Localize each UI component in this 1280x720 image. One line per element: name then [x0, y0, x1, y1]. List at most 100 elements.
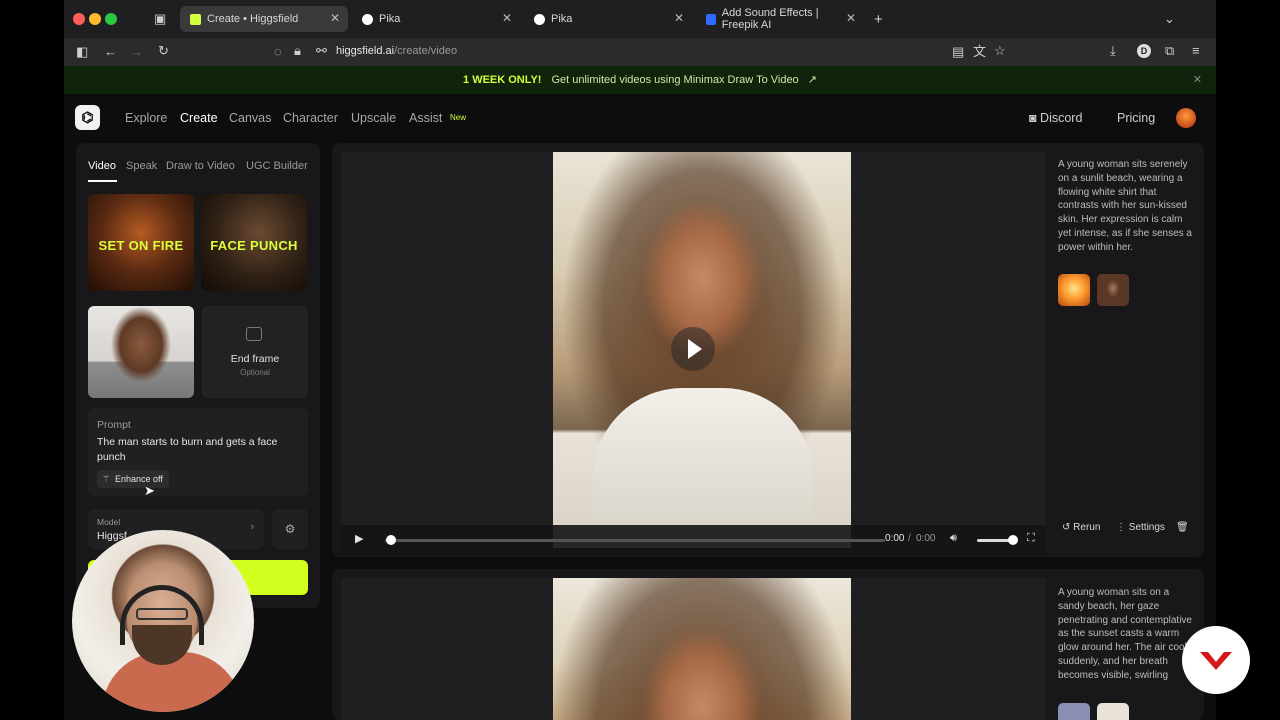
pricing-link[interactable]: Pricing [1117, 111, 1155, 125]
subtab-video[interactable]: Video [88, 160, 116, 172]
preset-set-on-fire[interactable]: SET ON FIRE [88, 194, 194, 291]
close-banner-icon[interactable]: ✕ [1193, 66, 1202, 94]
add-image-icon [246, 327, 262, 341]
forward-icon[interactable]: → [130, 45, 143, 58]
video-player-2[interactable] [341, 578, 1046, 720]
play-icon[interactable]: ▶ [355, 532, 363, 545]
tab-label: Pika [379, 13, 401, 25]
video-player[interactable]: ▶ 0:00 / 0:00 🔊︎ ⛶ [341, 152, 1046, 555]
permissions-icon[interactable]: ⚯ [316, 44, 327, 57]
discord-link[interactable]: ◙ Discord [1029, 111, 1082, 125]
time-separator: / [908, 533, 911, 544]
new-badge: New [450, 113, 467, 122]
downloads-icon[interactable]: ⤓ [1110, 44, 1116, 57]
reload-icon[interactable]: ↻ [158, 44, 169, 57]
bookmark-star-icon[interactable]: ☆ [994, 44, 1006, 57]
seek-bar[interactable] [385, 539, 885, 542]
close-tab-icon[interactable]: ✕ [846, 11, 856, 25]
external-arrow-icon: ↗ [807, 74, 817, 86]
subtab-speak[interactable]: Speak [126, 160, 157, 172]
chevron-right-icon: › [250, 521, 254, 533]
discord-label: Discord [1040, 111, 1083, 125]
lock-icon[interactable]: 🔒︎ [294, 44, 301, 57]
reference-thumb-fire[interactable] [1058, 274, 1090, 306]
translate-icon[interactable]: 文 [973, 45, 986, 58]
channel-logo-badge [1182, 626, 1250, 694]
extensions-icon[interactable]: ⧉ [1165, 44, 1174, 57]
rerun-icon: ↺ [1062, 522, 1071, 533]
shirt-shape [593, 388, 813, 548]
user-avatar[interactable] [1176, 108, 1196, 128]
prompt-box[interactable]: Prompt The man starts to burn and gets a… [88, 408, 308, 496]
url-field[interactable]: higgsfield.ai/create/video [336, 45, 457, 57]
preset-label: SET ON FIRE [98, 238, 184, 253]
nav-assist[interactable]: Assist [409, 111, 442, 125]
result-card-2: A young woman sits on a sandy beach, her… [332, 569, 1204, 720]
promo-text: Get unlimited videos using Minimax Draw … [551, 74, 799, 86]
subtab-ugc-builder[interactable]: UGC Builder [246, 160, 308, 172]
delete-icon[interactable]: 🗑︎ [1176, 522, 1189, 533]
shield-icon[interactable]: ◌ [274, 45, 282, 58]
tab-pika-2[interactable]: Pika ✕ [524, 6, 692, 32]
discord-icon: ◙ [1029, 111, 1037, 125]
nav-canvas[interactable]: Canvas [229, 111, 271, 125]
tab-freepik[interactable]: Add Sound Effects | Freepik AI ✕ [696, 6, 864, 32]
enhance-toggle[interactable]: ⚚ Enhance off [97, 470, 169, 488]
tab-tray-icon[interactable]: ▣ [154, 12, 166, 25]
magic-wand-icon: ⚚ [102, 474, 111, 484]
menu-icon[interactable]: ≡ [1192, 44, 1200, 57]
sidebar-icon[interactable]: ◧ [76, 45, 88, 58]
nav-create[interactable]: Create [180, 111, 218, 125]
tab-label: Add Sound Effects | Freepik AI [721, 7, 819, 31]
tab-list-chevron-icon[interactable]: ⌄ [1164, 12, 1175, 25]
tab-label: Create • Higgsfield [207, 13, 299, 25]
tab-bar: ▣ Create • Higgsfield ✕ Pika ✕ Pika ✕ Ad… [64, 0, 1216, 38]
close-window-button[interactable] [73, 13, 85, 25]
card-settings-label: Settings [1128, 522, 1165, 533]
card-settings-button[interactable]: ⋮ Settings [1116, 522, 1165, 533]
nav-upscale[interactable]: Upscale [351, 111, 396, 125]
close-tab-icon[interactable]: ✕ [502, 11, 512, 25]
model-settings-button[interactable]: ⚙ [272, 509, 308, 549]
close-tab-icon[interactable]: ✕ [674, 11, 684, 25]
tab-higgsfield[interactable]: Create • Higgsfield ✕ [180, 6, 348, 32]
start-frame-image[interactable] [88, 306, 194, 398]
end-frame-slot[interactable]: End frame Optional [202, 306, 308, 398]
reference-thumb-portrait[interactable] [1097, 274, 1129, 306]
maximize-window-button[interactable] [105, 13, 117, 25]
seek-handle[interactable] [386, 535, 396, 545]
video-frame-image [553, 578, 851, 720]
url-path: /create/video [394, 45, 458, 57]
reference-thumb-2[interactable] [1097, 703, 1129, 720]
more-icon: ⋮ [1116, 522, 1126, 533]
url-bar: ◧ ← → ↻ ◌ 🔒︎ ⚯ higgsfield.ai/create/vide… [64, 38, 1216, 66]
nav-character[interactable]: Character [283, 111, 338, 125]
nav-explore[interactable]: Explore [125, 111, 167, 125]
prompt-input[interactable]: The man starts to burn and gets a face p… [97, 435, 297, 465]
end-frame-label: End frame [230, 353, 280, 365]
reference-thumb-1[interactable] [1058, 703, 1090, 720]
back-icon[interactable]: ← [104, 45, 117, 58]
video-controls: ▶ 0:00 / 0:00 🔊︎ ⛶ [341, 525, 1046, 555]
subtab-draw-to-video[interactable]: Draw to Video [166, 160, 235, 172]
volume-handle[interactable] [1008, 535, 1018, 545]
video-description: A young woman sits serenely on a sunlit … [1058, 159, 1192, 253]
preset-face-punch[interactable]: FACE PUNCH [201, 194, 307, 291]
promo-banner[interactable]: 1 WEEK ONLY! Get unlimited videos using M… [64, 66, 1216, 94]
play-overlay-icon[interactable] [671, 327, 715, 371]
new-tab-icon[interactable]: + [874, 12, 883, 27]
freepik-favicon-icon [706, 13, 716, 25]
rerun-button[interactable]: ↺ Rerun [1062, 522, 1100, 533]
mouse-cursor-icon: ➤ [144, 483, 155, 498]
higgsfield-logo[interactable]: ⌬ [75, 105, 100, 130]
preset-label: FACE PUNCH [210, 238, 298, 253]
webcam-overlay [72, 530, 254, 712]
reader-view-icon[interactable]: ▤ [952, 45, 964, 58]
tab-pika-1[interactable]: Pika ✕ [352, 6, 520, 32]
profile-icon[interactable]: D [1137, 44, 1151, 58]
close-tab-icon[interactable]: ✕ [330, 11, 340, 25]
minimize-window-button[interactable] [89, 13, 101, 25]
fullscreen-icon[interactable]: ⛶ [1027, 532, 1035, 545]
volume-icon[interactable]: 🔊︎ [950, 532, 957, 545]
tab-label: Pika [551, 13, 573, 25]
